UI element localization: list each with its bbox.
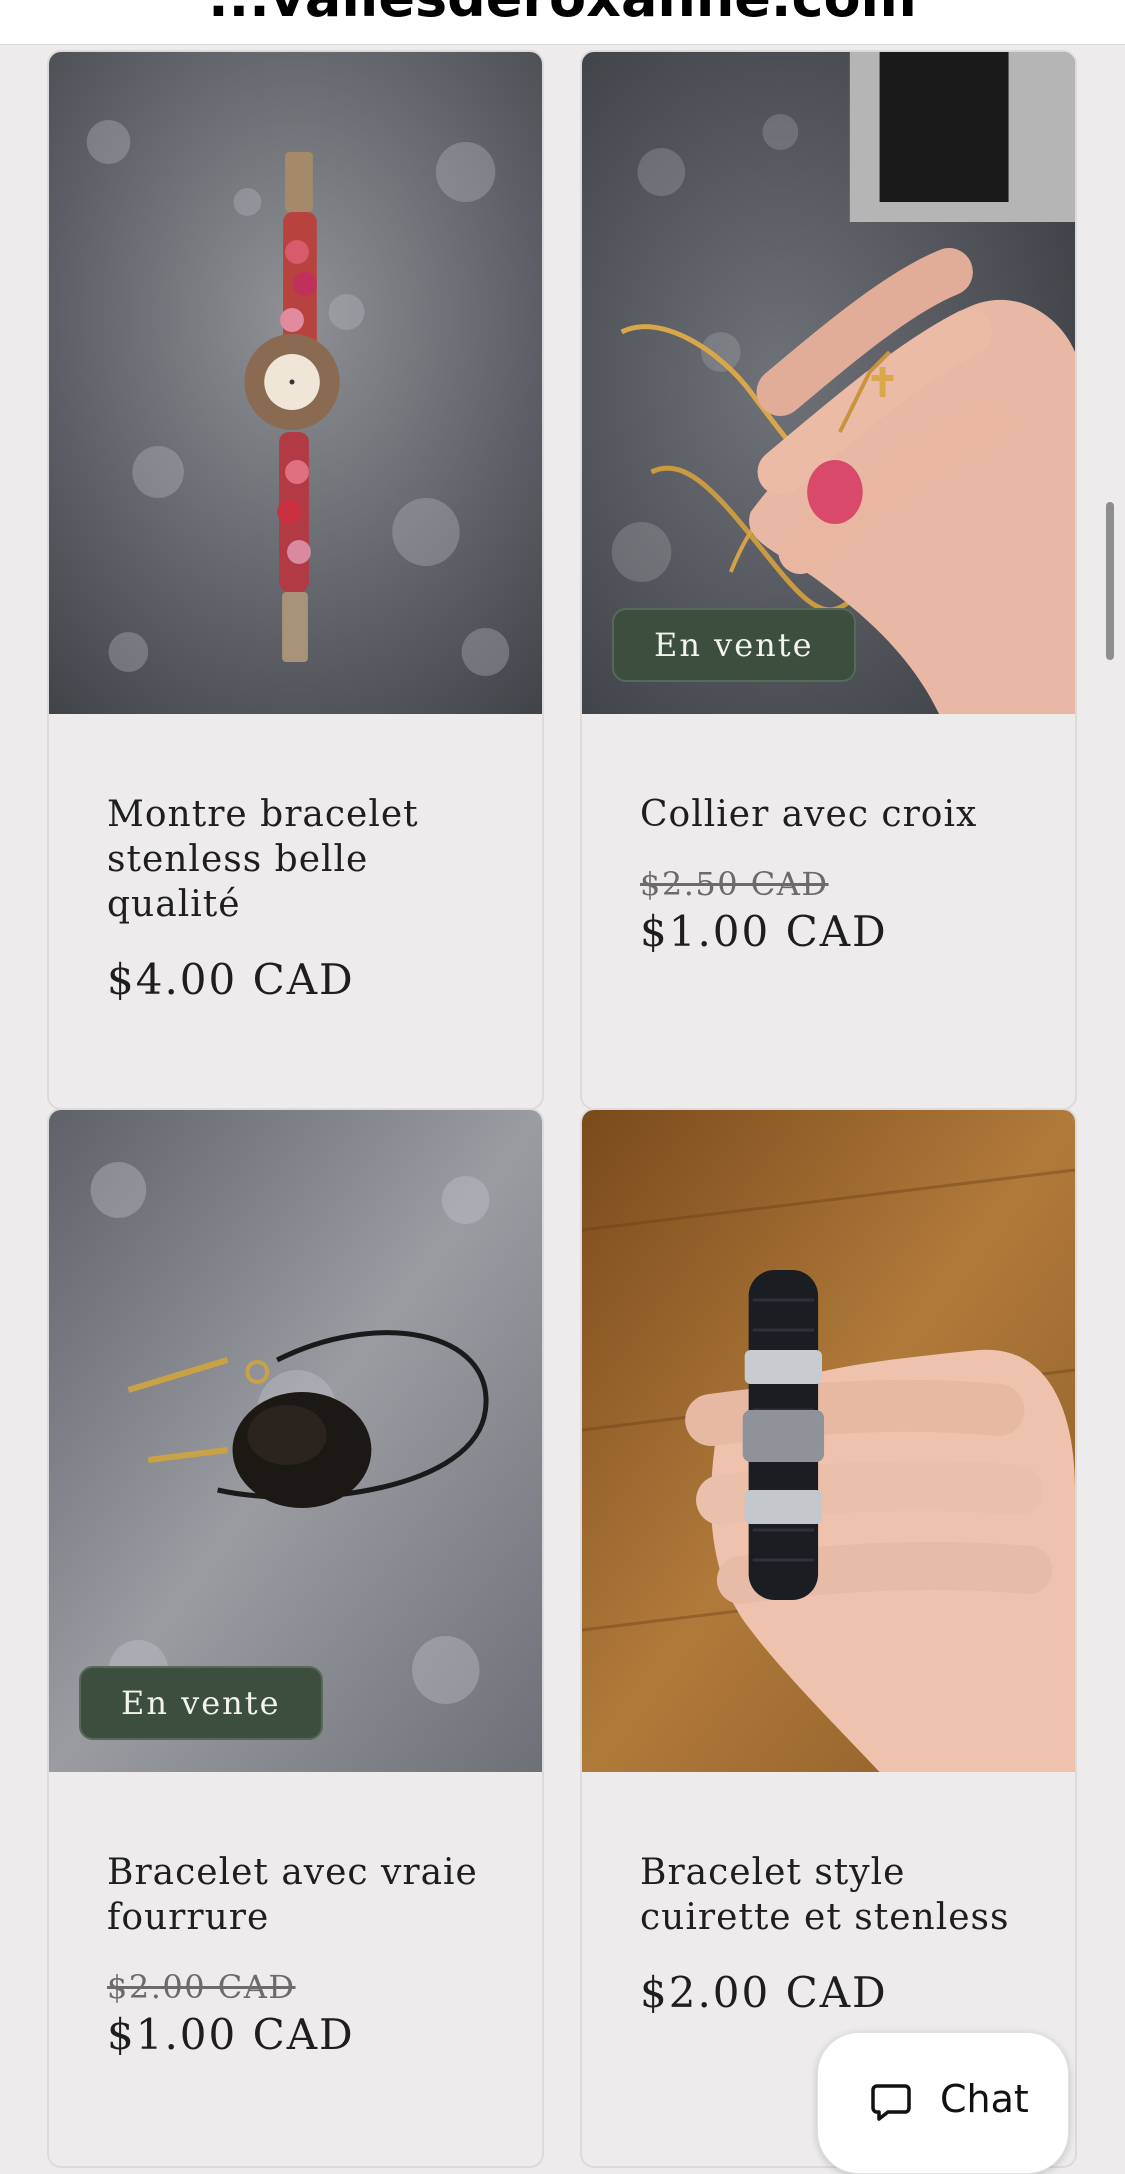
- product-card-fur-bracelet[interactable]: En vente Bracelet avec vraie fourrure $2…: [47, 1108, 544, 2168]
- product-price: $1.00 CAD: [107, 2010, 355, 2059]
- product-price: $1.00 CAD: [640, 907, 888, 956]
- chat-button[interactable]: Chat: [817, 2032, 1069, 2174]
- browser-url-bar[interactable]: ...vallesderoxanne.com: [0, 0, 1125, 45]
- sale-badge: En vente: [612, 608, 856, 682]
- chat-bubble-icon: [871, 2084, 911, 2121]
- product-price: $2.00 CAD: [640, 1968, 888, 2017]
- product-price: $4.00 CAD: [107, 955, 355, 1004]
- scrollbar[interactable]: [1106, 502, 1114, 660]
- product-image-leather-bracelet[interactable]: [582, 1110, 1075, 1772]
- sale-badge: En vente: [79, 1666, 323, 1740]
- product-card-necklace[interactable]: En vente Collier avec croix $2.50 CAD $1…: [580, 50, 1077, 1110]
- product-card-leather-bracelet[interactable]: Bracelet style cuirette et stenless $2.0…: [580, 1108, 1077, 2168]
- product-title[interactable]: Bracelet style cuirette et stenless: [640, 1850, 1045, 1940]
- product-compare-price: $2.50 CAD: [640, 865, 829, 903]
- product-image-watch[interactable]: [49, 52, 542, 714]
- product-card-watch[interactable]: Montre bracelet stenless belle qualité $…: [47, 50, 544, 1110]
- product-title[interactable]: Bracelet avec vraie fourrure: [107, 1850, 512, 1940]
- product-title[interactable]: Montre bracelet stenless belle qualité: [107, 792, 512, 927]
- product-title[interactable]: Collier avec croix: [640, 792, 1045, 837]
- url-text: ...vallesderoxanne.com: [0, 0, 1125, 29]
- product-compare-price: $2.00 CAD: [107, 1968, 296, 2006]
- chat-label: Chat: [940, 2077, 1029, 2121]
